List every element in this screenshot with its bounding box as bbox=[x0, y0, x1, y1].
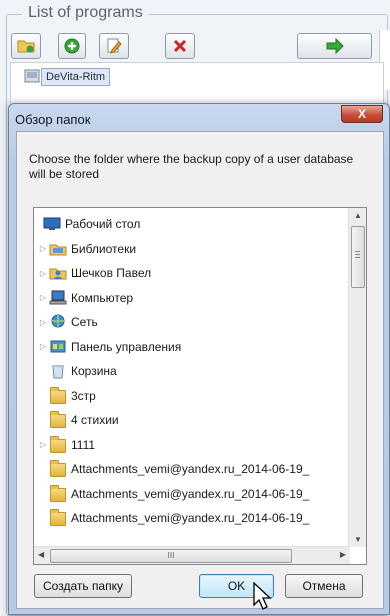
cancel-button[interactable]: Отмена bbox=[285, 574, 363, 598]
tree-item-label: 4 стихии bbox=[71, 413, 119, 427]
scroll-right-icon[interactable]: ▶ bbox=[340, 550, 346, 559]
expand-arrow-icon[interactable]: ▷ bbox=[38, 293, 48, 302]
tree-item-label: Шечков Павел bbox=[71, 266, 152, 280]
delete-button[interactable] bbox=[165, 33, 195, 59]
user-folder-icon bbox=[49, 265, 67, 281]
computer-icon bbox=[49, 290, 67, 306]
network-icon bbox=[49, 314, 67, 330]
tree-item-label: 3стр bbox=[71, 388, 96, 403]
tree-item[interactable]: 4 стихии bbox=[38, 410, 119, 430]
program-list-title: List of programs bbox=[22, 4, 149, 22]
expand-arrow-icon[interactable]: ▷ bbox=[38, 269, 48, 278]
browse-folder-dialog: Обзор папок X Choose the folder where th… bbox=[8, 103, 390, 615]
tree-item[interactable]: ▷ Шечков Павел bbox=[38, 263, 151, 283]
tree-item[interactable]: Корзина bbox=[38, 361, 117, 381]
expand-arrow-icon[interactable]: ▷ bbox=[38, 318, 48, 327]
tree-item-label: Компьютер bbox=[71, 290, 134, 305]
tree-item[interactable]: Рабочий стол bbox=[40, 214, 140, 234]
tree-item[interactable]: ▷ Панель управления bbox=[38, 337, 181, 357]
tree-item[interactable]: ▷ 1111 bbox=[38, 435, 95, 455]
vertical-scrollbar[interactable]: ▲ ▼ bbox=[348, 208, 366, 547]
desktop-icon bbox=[43, 216, 61, 232]
folder-icon bbox=[49, 435, 67, 453]
tree-item[interactable]: ▷ Сеть bbox=[38, 312, 98, 332]
add-icon bbox=[64, 38, 80, 54]
tree-item-label: Сеть bbox=[71, 315, 98, 329]
program-list: DeVita-Ritm bbox=[10, 62, 384, 103]
instruction-text: Choose the folder where the backup copy … bbox=[29, 152, 354, 181]
tree-item[interactable]: Attachments_vemi@yandex.ru_2014-06-19_ bbox=[38, 484, 309, 504]
mouse-cursor-icon bbox=[253, 582, 272, 610]
program-item[interactable]: DeVita-Ritm bbox=[24, 68, 111, 86]
control-panel-icon bbox=[49, 339, 67, 355]
vertical-scroll-thumb[interactable] bbox=[351, 226, 365, 288]
tree-item[interactable]: 3стр bbox=[38, 386, 96, 406]
folder-tree[interactable]: ▲ ▼ ◀ III ▶ Рабочий стол ▷ Библиотеки ▷ Шечк… bbox=[33, 207, 367, 565]
tree-item-label: Панель управления bbox=[71, 339, 182, 354]
dialog-title: Обзор папок bbox=[15, 112, 91, 127]
horizontal-scrollbar[interactable]: ◀ III ▶ bbox=[34, 546, 350, 564]
expand-arrow-icon[interactable]: ▷ bbox=[38, 342, 48, 351]
tree-item-label: Корзина bbox=[71, 364, 117, 378]
scroll-grip: III bbox=[167, 551, 175, 560]
horizontal-scroll-thumb[interactable]: III bbox=[50, 549, 292, 563]
libraries-icon bbox=[49, 241, 67, 257]
folder-icon bbox=[49, 411, 67, 428]
folder-icon bbox=[49, 484, 67, 502]
folder-icon bbox=[49, 460, 67, 477]
next-button[interactable] bbox=[297, 33, 372, 59]
tree-item-label: Рабочий стол bbox=[65, 217, 141, 231]
new-folder-button[interactable]: Создать папку bbox=[34, 574, 132, 598]
edit-icon bbox=[107, 38, 122, 54]
next-arrow-icon bbox=[326, 38, 344, 54]
edit-button[interactable] bbox=[99, 33, 129, 59]
tree-item-label: Attachments_vemi@yandex.ru_2014-06-19_ bbox=[71, 462, 310, 476]
tree-item-label: Библиотеки bbox=[71, 241, 137, 256]
open-folder-icon bbox=[17, 40, 35, 53]
recycle-bin-icon bbox=[49, 363, 67, 379]
program-item-label: DeVita-Ritm bbox=[46, 71, 106, 83]
tree-item-label: 1111 bbox=[71, 437, 96, 452]
open-folder-button[interactable] bbox=[11, 33, 41, 59]
tree-item[interactable]: Attachments_vemi@yandex.ru_2014-06-19_ bbox=[38, 459, 309, 479]
folder-icon bbox=[49, 509, 67, 526]
tree-item[interactable]: Attachments_vemi@yandex.ru_2014-06-19_ bbox=[38, 508, 309, 528]
program-icon bbox=[24, 69, 40, 83]
close-button[interactable]: X bbox=[341, 105, 383, 123]
dialog-body: Choose the folder where the backup copy … bbox=[16, 131, 384, 609]
add-button[interactable] bbox=[58, 33, 86, 59]
folder-icon bbox=[49, 386, 67, 404]
scroll-up-icon[interactable]: ▲ bbox=[354, 211, 362, 220]
scroll-down-icon[interactable]: ▼ bbox=[354, 535, 362, 544]
expand-arrow-icon[interactable]: ▷ bbox=[38, 244, 48, 253]
tree-item[interactable]: ▷ Библиотеки bbox=[38, 239, 136, 259]
delete-icon bbox=[173, 39, 187, 53]
close-icon: X bbox=[357, 107, 366, 121]
tree-item-label: Attachments_vemi@yandex.ru_2014-06-19_ bbox=[71, 486, 310, 501]
scroll-left-icon[interactable]: ◀ bbox=[38, 550, 44, 559]
tree-item-label: Attachments_vemi@yandex.ru_2014-06-19_ bbox=[71, 511, 310, 525]
tree-item[interactable]: ▷ Компьютер bbox=[38, 288, 133, 308]
expand-arrow-icon[interactable]: ▷ bbox=[38, 440, 48, 449]
